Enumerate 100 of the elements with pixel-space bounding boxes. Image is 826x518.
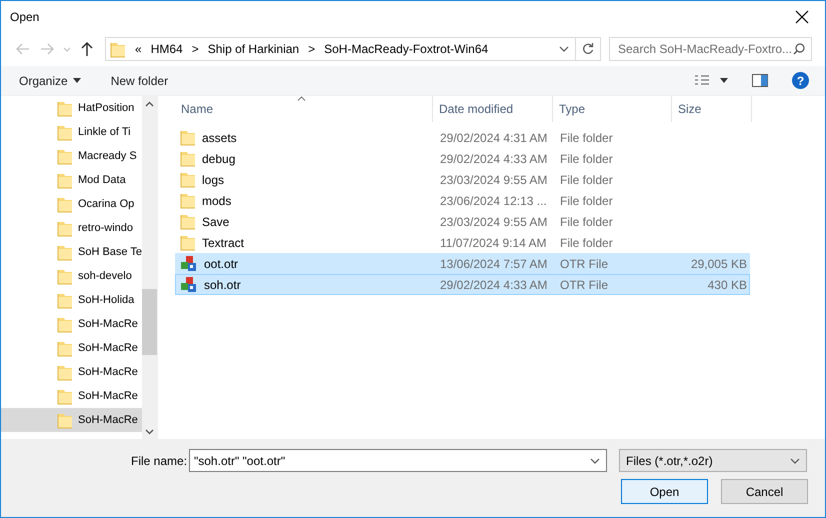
sidebar-item[interactable]: SoH-MacRe	[1, 408, 142, 432]
sidebar-item[interactable]: SoH-MacRe	[1, 384, 142, 408]
file-name: soh.otr	[204, 276, 241, 294]
organize-button[interactable]: Organize	[9, 70, 91, 92]
open-button[interactable]: Open	[621, 479, 708, 504]
file-name: assets	[202, 130, 237, 146]
folder-icon	[57, 220, 73, 236]
folder-icon	[180, 150, 196, 167]
sidebar-item[interactable]: Linkle of Ti	[1, 120, 142, 144]
date-cell-text: 23/03/2024 9:55 AM	[439, 172, 548, 188]
forward-icon	[39, 41, 55, 57]
file-row[interactable]: debug 29/02/2024 4:33 AM File folder	[175, 148, 750, 169]
recent-locations-icon	[63, 46, 71, 52]
folder-icon	[180, 234, 196, 251]
folder-icon	[57, 100, 73, 116]
date-cell-text: 29/02/2024 4:33 AM	[439, 276, 548, 294]
package-icon	[180, 276, 198, 293]
column-header[interactable]: Type	[553, 96, 672, 122]
sidebar-item[interactable]: HatPosition	[1, 96, 142, 120]
date-cell-text: 29/02/2024 4:33 AM	[439, 150, 548, 168]
sidebar-item[interactable]: Macready S	[1, 144, 142, 168]
folder-icon	[57, 364, 73, 380]
package-icon	[180, 255, 198, 272]
date-cell-text: 11/07/2024 9:14 AM	[439, 234, 548, 252]
column-header[interactable]: Size	[672, 96, 752, 122]
file-name: mods	[202, 192, 232, 210]
sidebar-item[interactable]: SoH-MacRe	[1, 312, 142, 336]
sidebar-item[interactable]: SoH-Holida	[1, 288, 142, 312]
type-cell-text: File folder	[559, 172, 614, 188]
sidebar-item[interactable]: Ocarina Op	[1, 192, 142, 216]
overflow-chevron[interactable]: «	[135, 40, 142, 58]
type-cell-text: File folder	[559, 130, 614, 146]
close-icon	[795, 10, 809, 24]
breadcrumb[interactable]: SoH-MacReady-Foxtrot-Win64	[324, 40, 488, 58]
type-cell-text: File folder	[559, 192, 614, 210]
folder-icon	[110, 40, 126, 58]
size-cell: 430 KB	[708, 278, 747, 292]
chevron-icon	[790, 458, 800, 464]
file-row[interactable]: mods 23/06/2024 12:13 ... File folder	[175, 190, 750, 211]
scrollbar[interactable]	[142, 96, 157, 439]
folder-icon	[57, 124, 73, 140]
size-cell: 29,005 KB	[690, 256, 747, 270]
breadcrumb-separator: >	[308, 41, 316, 58]
file-row[interactable]: soh.otr 29/02/2024 4:33 AM OTR File 430 KB	[175, 274, 750, 295]
date-cell-text: 29/02/2024 4:31 AM	[439, 130, 548, 146]
file-row[interactable]: oot.otr 13/06/2024 7:57 AM OTR File 29,005 KB	[175, 253, 750, 274]
back-icon	[15, 41, 31, 57]
scrollbar-thumb[interactable]	[142, 289, 157, 355]
sidebar-item[interactable]: SoH Base Te	[1, 240, 142, 264]
breadcrumb-separator: >	[192, 41, 199, 58]
folder-icon	[180, 171, 196, 188]
type-cell-text: File folder	[559, 234, 614, 252]
type-cell-text: File folder	[559, 150, 614, 168]
address-bar[interactable]: « HM64 > Ship of Harkinian > SoH-MacReady-Foxtrot-Win64	[105, 37, 601, 61]
folder-icon	[57, 292, 73, 308]
view-list-icon	[694, 74, 710, 86]
folder-icon	[57, 412, 73, 428]
new-folder-button[interactable]: New folder	[100, 70, 178, 92]
scroll-down-icon	[145, 429, 154, 435]
folder-icon	[57, 172, 73, 188]
preview-pane-icon	[752, 74, 768, 87]
file-name: Save	[202, 214, 230, 230]
column-header[interactable]: Date modified	[433, 96, 553, 122]
type-cell-text: File folder	[559, 214, 614, 230]
sort-icon	[297, 96, 306, 101]
sidebar-item[interactable]: retro-windo	[1, 216, 142, 240]
folder-icon	[57, 196, 73, 212]
sidebar-item[interactable]: soh-develo	[1, 264, 142, 288]
window-title: Open	[10, 8, 40, 26]
sidebar-item[interactable]: Mod Data	[1, 168, 142, 192]
help-button[interactable]: ?	[792, 72, 809, 89]
breadcrumb[interactable]: HM64	[150, 40, 183, 58]
cancel-button[interactable]: Cancel	[721, 479, 808, 504]
file-row[interactable]: Save 23/03/2024 9:55 AM File folder	[175, 211, 750, 232]
file-name: Textract	[202, 234, 244, 252]
caret-icon	[720, 78, 728, 83]
file-row[interactable]: Textract 11/07/2024 9:14 AM File folder	[175, 232, 750, 253]
folder-icon	[57, 244, 73, 260]
date-cell-text: 23/03/2024 9:55 AM	[439, 214, 548, 230]
caret-icon	[72, 78, 81, 83]
file-row[interactable]: logs 23/03/2024 9:55 AM File folder	[175, 169, 750, 190]
breadcrumb[interactable]: Ship of Harkinian	[208, 40, 300, 58]
type-cell-text: OTR File	[559, 256, 609, 272]
file-name: logs	[202, 172, 224, 188]
file-name-field[interactable]: "soh.otr" "oot.otr"	[189, 449, 607, 472]
file-type-dropdown[interactable]: Files (*.otr,*.o2r)	[619, 449, 807, 472]
type-cell-text: OTR File	[559, 276, 609, 294]
folder-icon	[57, 148, 73, 164]
file-row[interactable]: assets 29/02/2024 4:31 AM File folder	[175, 127, 750, 148]
file-name-label: File name:	[131, 452, 188, 470]
sidebar-item[interactable]: SoH-MacRe	[1, 360, 142, 384]
search-icon	[793, 43, 805, 55]
folder-icon	[180, 192, 196, 209]
file-name: debug	[202, 150, 236, 168]
file-name: oot.otr	[204, 256, 238, 272]
search-field[interactable]: Search SoH-MacReady-Foxtro...	[609, 37, 812, 61]
up-icon	[79, 41, 95, 57]
chevron-icon	[559, 46, 569, 52]
column-header[interactable]: Name	[175, 96, 433, 122]
sidebar-item[interactable]: SoH-MacRe	[1, 336, 142, 360]
